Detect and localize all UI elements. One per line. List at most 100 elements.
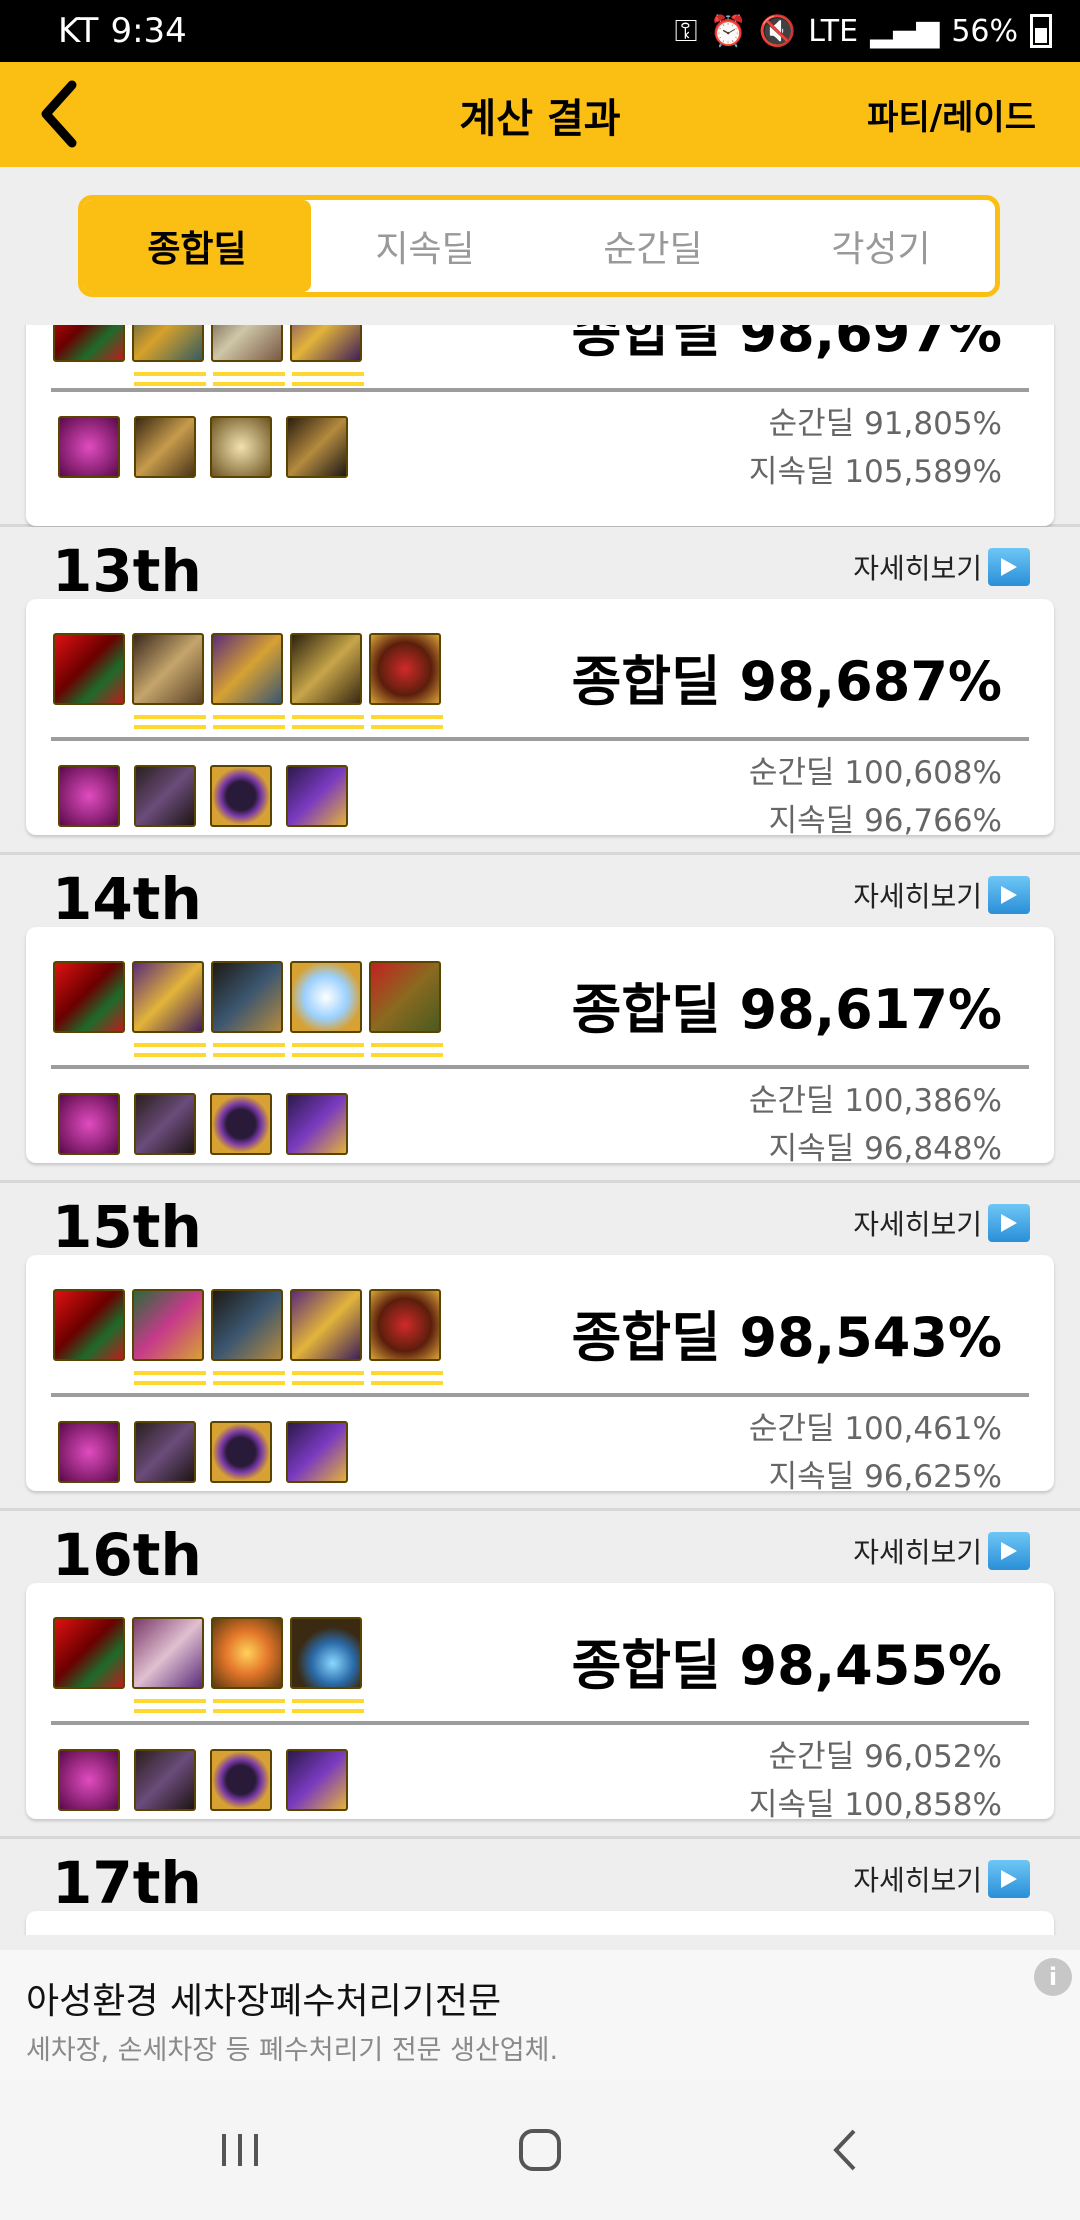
key-icon: ⚿ xyxy=(674,13,698,49)
weapon-icon xyxy=(53,961,125,1033)
result-card[interactable]: 종합딜 98,617% 순간딜 100,386% 지속딜 96,848% xyxy=(26,927,1054,1167)
sustain-damage: 지속딜 96,848% xyxy=(768,1131,1002,1167)
accessory-icon xyxy=(134,1421,196,1483)
armor-icon xyxy=(369,633,443,729)
accessory-icon xyxy=(58,1421,120,1483)
upgrade-stars xyxy=(371,1367,443,1387)
accessory-icons xyxy=(58,765,348,827)
divider xyxy=(51,1393,1029,1397)
result-section-14: 14th 자세히보기 종합딜 98,617% 순간딜 100,386% 지속딜 … xyxy=(0,855,1080,1183)
view-detail-button[interactable]: 자세히보기 xyxy=(853,1203,1030,1243)
result-card[interactable] xyxy=(26,1911,1054,1935)
burst-damage: 순간딜 91,805% xyxy=(768,406,1002,442)
recent-apps-button[interactable] xyxy=(190,2110,290,2190)
armor-icon xyxy=(211,325,285,386)
armor-icon xyxy=(132,961,206,1057)
status-bar: KT 9:34 ⚿ ⏰ 🔇 LTE ▂▄▆ 56% xyxy=(0,0,1080,62)
upgrade-stars xyxy=(292,1039,364,1059)
accessory-icons xyxy=(58,1421,348,1483)
burst-damage: 순간딜 100,461% xyxy=(748,1411,1002,1447)
armor-icon xyxy=(211,633,285,729)
accessory-icon xyxy=(286,1093,348,1155)
upgrade-stars xyxy=(134,1367,206,1387)
armor-icon xyxy=(132,633,206,729)
sustain-damage: 지속딜 96,766% xyxy=(768,803,1002,839)
tab-bar-area: 종합딜 지속딜 순간딜 각성기 xyxy=(0,167,1080,325)
equipment-icons xyxy=(53,325,364,386)
accessory-icons xyxy=(58,1093,348,1155)
divider xyxy=(51,388,1029,392)
view-detail-label: 자세히보기 xyxy=(853,1536,982,1569)
accessory-icon xyxy=(286,1421,348,1483)
total-damage: 종합딜 98,455% xyxy=(571,1634,1002,1697)
upgrade-stars xyxy=(292,368,364,388)
armor-icon xyxy=(290,325,364,386)
accessory-icon xyxy=(286,765,348,827)
armor-icon xyxy=(290,961,364,1057)
armor-icon xyxy=(132,325,206,386)
play-icon xyxy=(988,1860,1030,1898)
total-damage: 종합딜 98,543% xyxy=(571,1306,1002,1369)
divider xyxy=(51,1065,1029,1069)
carrier: KT xyxy=(58,11,99,51)
view-detail-button[interactable]: 자세히보기 xyxy=(853,1859,1030,1899)
result-card[interactable]: 종합딜 98,543% 순간딜 100,461% 지속딜 96,625% xyxy=(26,1255,1054,1495)
rank-label: 13th xyxy=(52,537,202,605)
ad-title: 아성환경 세차장폐수처리기전문 xyxy=(26,1981,502,2022)
tab-sustain[interactable]: 지속딜 xyxy=(311,200,539,292)
armor-icon xyxy=(290,1289,364,1385)
result-card[interactable]: 종합딜 98,455% 순간딜 96,052% 지속딜 100,858% xyxy=(26,1583,1054,1823)
battery-percent: 56% xyxy=(951,13,1018,49)
result-section-16: 16th 자세히보기 종합딜 98,455% 순간딜 96,052% 지속딜 1… xyxy=(0,1511,1080,1839)
back-nav-button[interactable] xyxy=(795,2110,895,2190)
total-damage: 종합딜 98,697% xyxy=(571,325,1002,364)
view-detail-label: 자세히보기 xyxy=(853,880,982,913)
weapon-icon xyxy=(53,633,125,705)
mute-icon: 🔇 xyxy=(758,13,797,49)
view-detail-button[interactable]: 자세히보기 xyxy=(853,875,1030,915)
result-card[interactable]: 종합딜 98,687% 순간딜 100,608% 지속딜 96,766% xyxy=(26,599,1054,839)
info-icon[interactable]: i xyxy=(1034,1958,1072,1996)
view-detail-button[interactable]: 자세히보기 xyxy=(853,547,1030,587)
accessory-icon xyxy=(134,1093,196,1155)
result-list[interactable]: 종합딜 98,697% 순간딜 91,805% 지속딜 105,589% 13t… xyxy=(0,325,1080,1935)
total-damage: 종합딜 98,617% xyxy=(571,978,1002,1041)
result-section-17: 17th 자세히보기 xyxy=(0,1839,1080,1935)
armor-icon xyxy=(132,1289,206,1385)
upgrade-stars xyxy=(371,1039,443,1059)
result-section-15: 15th 자세히보기 종합딜 98,543% 순간딜 100,461% 지속딜 … xyxy=(0,1183,1080,1511)
party-raid-button[interactable]: 파티/레이드 xyxy=(867,90,1036,139)
accessory-icon xyxy=(134,1749,196,1811)
sustain-damage: 지속딜 100,858% xyxy=(748,1787,1002,1823)
upgrade-stars xyxy=(292,711,364,731)
battery-icon xyxy=(1030,14,1052,48)
burst-damage: 순간딜 100,608% xyxy=(748,755,1002,791)
upgrade-stars xyxy=(292,1695,364,1715)
armor-icon xyxy=(211,961,285,1057)
alarm-icon: ⏰ xyxy=(709,13,747,49)
weapon-icon xyxy=(53,1617,125,1689)
upgrade-stars xyxy=(134,711,206,731)
view-detail-label: 자세히보기 xyxy=(853,552,982,585)
burst-damage: 순간딜 100,386% xyxy=(748,1083,1002,1119)
upgrade-stars xyxy=(371,711,443,731)
tab-burst[interactable]: 순간딜 xyxy=(539,200,767,292)
result-section-12: 종합딜 98,697% 순간딜 91,805% 지속딜 105,589% xyxy=(0,325,1080,527)
tab-total[interactable]: 종합딜 xyxy=(83,200,311,292)
play-icon xyxy=(988,1204,1030,1242)
result-card[interactable]: 종합딜 98,697% 순간딜 91,805% 지속딜 105,589% xyxy=(26,325,1054,526)
accessory-icon xyxy=(58,1749,120,1811)
upgrade-stars xyxy=(134,1039,206,1059)
ad-banner[interactable]: 아성환경 세차장폐수처리기전문 세차장, 손세차장 등 폐수처리기 전문 생산업… xyxy=(0,1950,1080,2080)
accessory-icon xyxy=(58,1093,120,1155)
view-detail-button[interactable]: 자세히보기 xyxy=(853,1531,1030,1571)
armor-icon xyxy=(369,961,443,1057)
status-time: 9:34 xyxy=(110,11,187,51)
lte-indicator: LTE xyxy=(808,13,859,49)
armor-icon xyxy=(369,1289,443,1385)
upgrade-stars xyxy=(213,1367,285,1387)
ad-description: 세차장, 손세차장 등 폐수처리기 전문 생산업체. xyxy=(26,2035,559,2066)
tab-awakening[interactable]: 각성기 xyxy=(767,200,995,292)
armor-icon xyxy=(132,1617,206,1713)
home-button[interactable] xyxy=(490,2110,590,2190)
